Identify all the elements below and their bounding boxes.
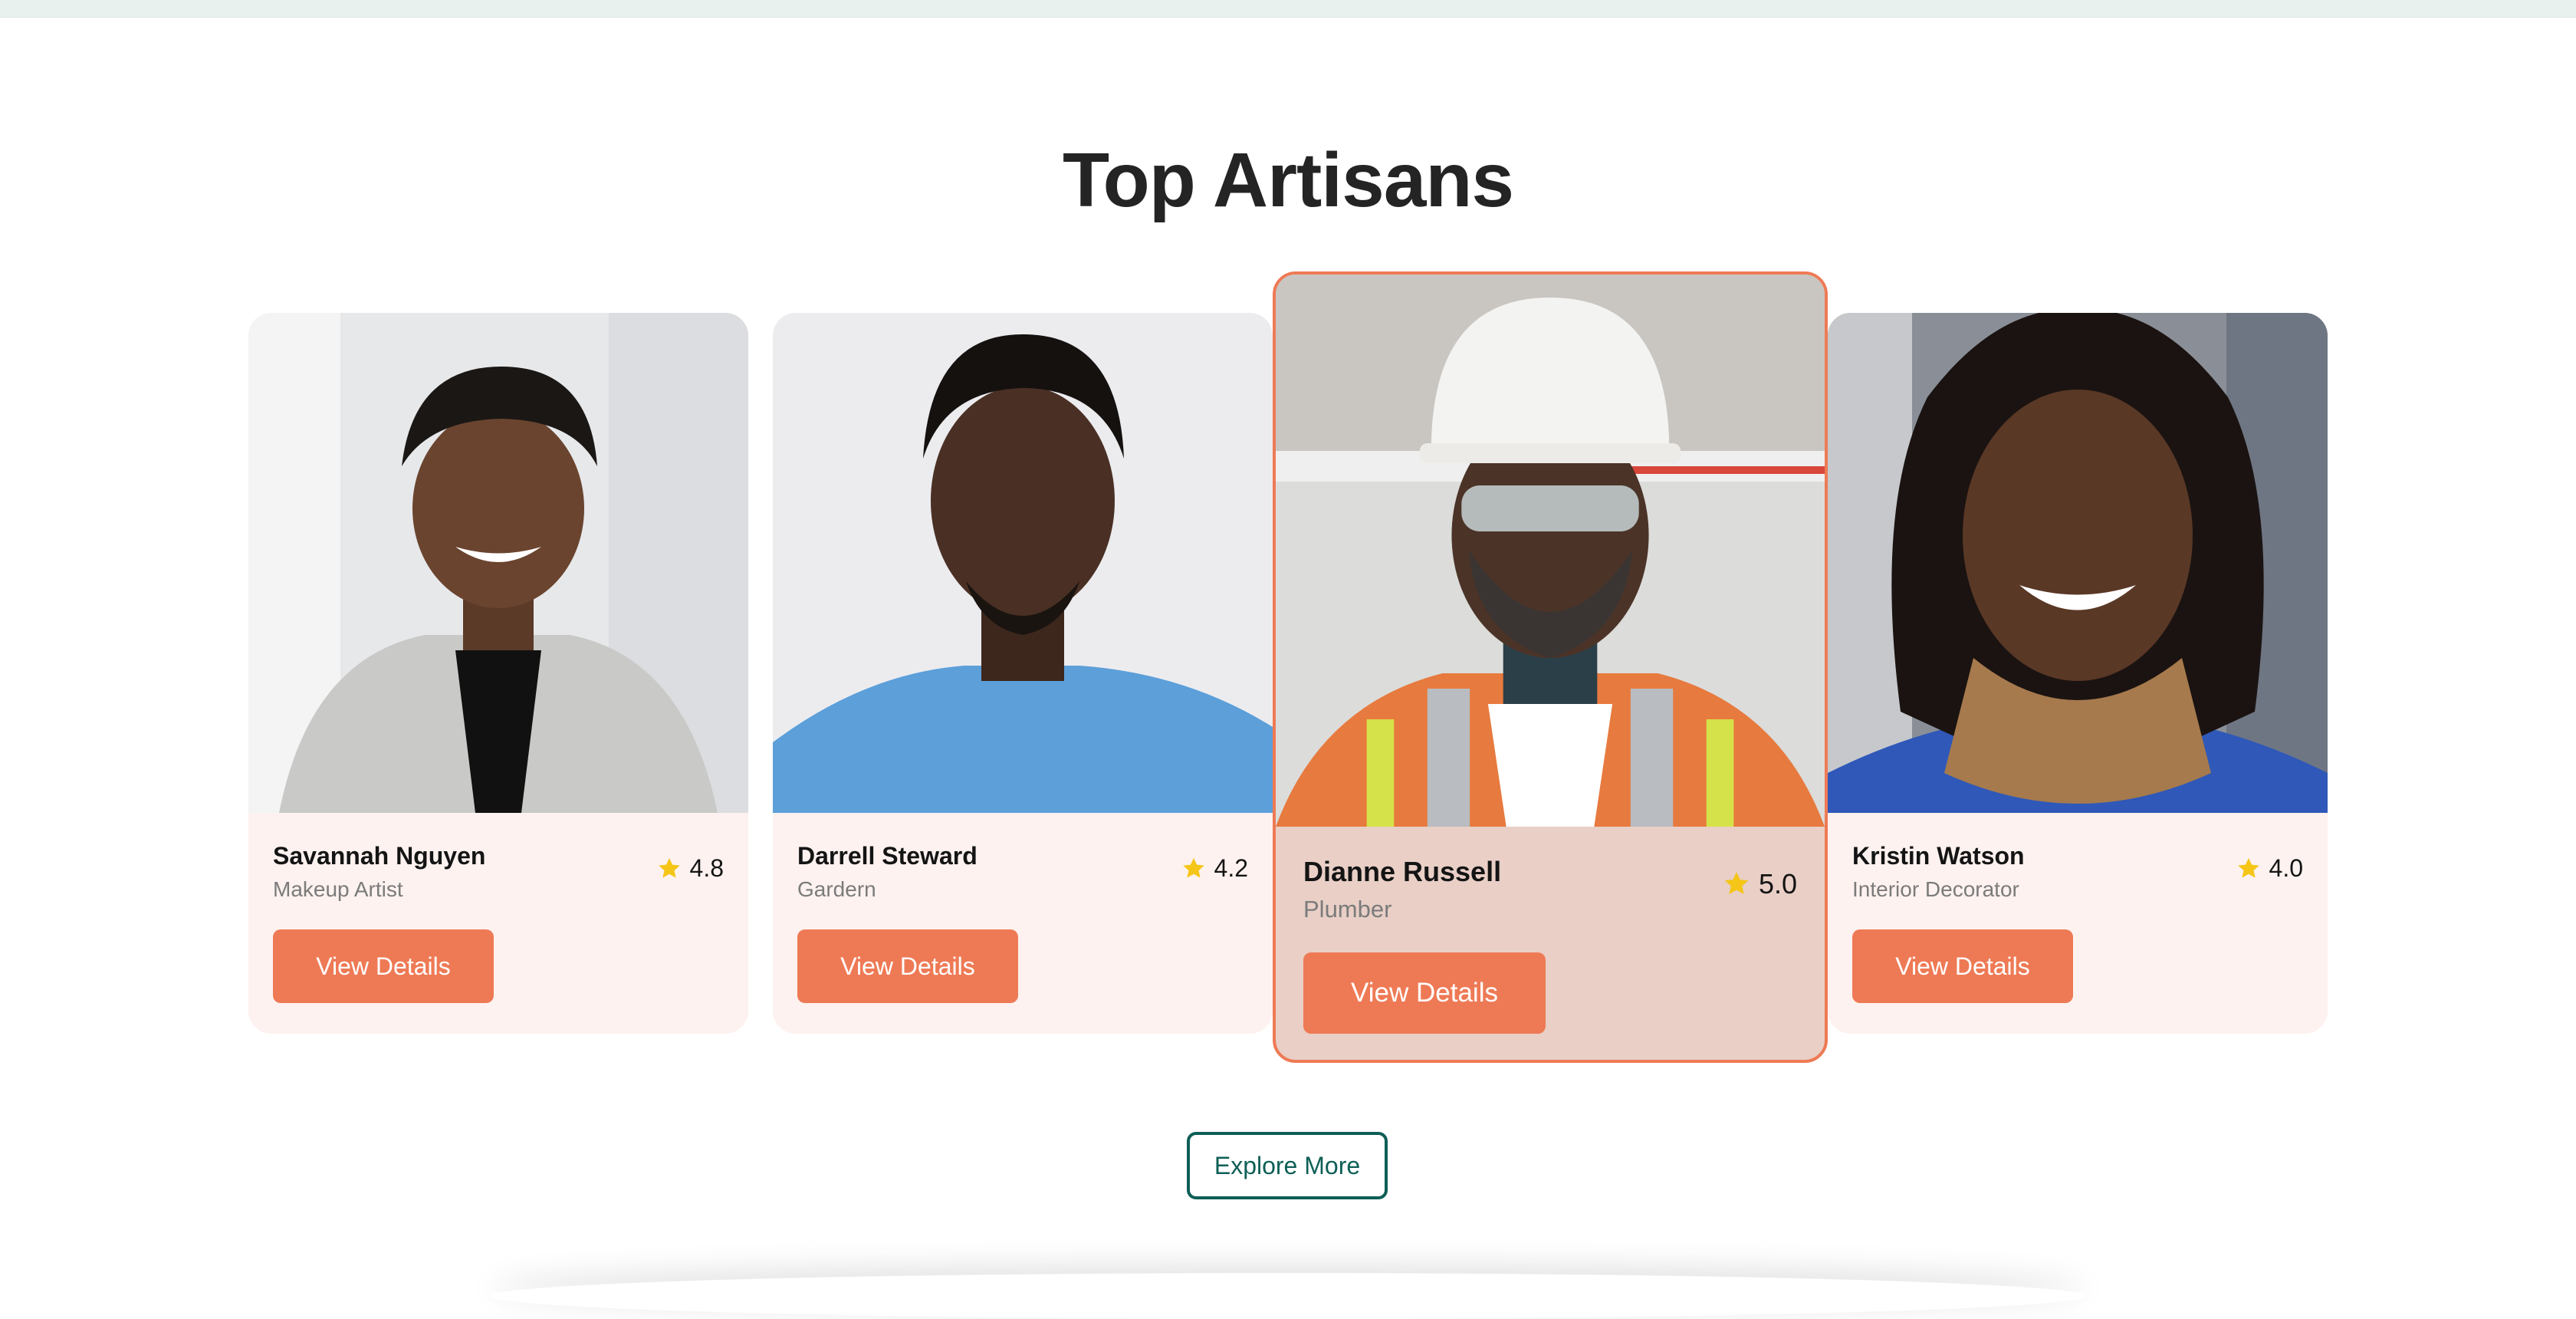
- view-details-button[interactable]: View Details: [797, 929, 1018, 1003]
- artisan-rating: 4.2: [1181, 854, 1248, 883]
- artisan-name: Savannah Nguyen: [273, 842, 486, 870]
- top-strip: [0, 0, 2576, 18]
- artisan-rating: 4.0: [2236, 854, 2303, 883]
- star-icon: [2237, 857, 2259, 878]
- artisan-card-darrell: Darrell Steward Gardern 4.2 View Details: [773, 313, 1273, 1034]
- artisan-name: Darrell Steward: [797, 842, 978, 870]
- rating-value: 4.0: [2269, 854, 2303, 882]
- artisan-photo: [248, 313, 748, 813]
- view-details-button[interactable]: View Details: [1303, 952, 1546, 1034]
- star-icon: [1182, 857, 1204, 878]
- artisan-role: Plumber: [1303, 896, 1392, 923]
- section-title: Top Artisans: [1062, 137, 1514, 223]
- star-icon: [658, 857, 680, 878]
- artisan-rating: 4.8: [656, 854, 724, 883]
- rating-value: 4.2: [1214, 854, 1248, 882]
- artisan-photo: [773, 313, 1273, 813]
- view-details-button[interactable]: View Details: [1852, 929, 2073, 1003]
- artisan-rating: 5.0: [1722, 868, 1797, 900]
- artisan-name: Kristin Watson: [1852, 842, 2025, 870]
- star-icon: [1724, 872, 1749, 894]
- artisan-role: Gardern: [797, 877, 876, 901]
- rating-value: 4.8: [689, 854, 724, 882]
- artisan-photo: [1276, 275, 1825, 827]
- explore-more-button[interactable]: Explore More: [1187, 1132, 1388, 1199]
- artisan-card-savannah: Savannah Nguyen Makeup Artist 4.8 View D…: [248, 313, 748, 1034]
- artisan-card-kristin: Kristin Watson Interior Decorator 4.0 Vi…: [1828, 313, 2328, 1034]
- next-section-edge: [491, 1273, 2085, 1319]
- artisan-role: Interior Decorator: [1852, 877, 2019, 901]
- artisan-photo: [1828, 313, 2328, 813]
- artisan-name: Dianne Russell: [1303, 856, 1502, 887]
- artisan-card-dianne: Dianne Russell Plumber 5.0 View Details: [1273, 271, 1828, 1063]
- artisan-role: Makeup Artist: [273, 877, 403, 901]
- rating-value: 5.0: [1758, 868, 1797, 900]
- view-details-button[interactable]: View Details: [273, 929, 494, 1003]
